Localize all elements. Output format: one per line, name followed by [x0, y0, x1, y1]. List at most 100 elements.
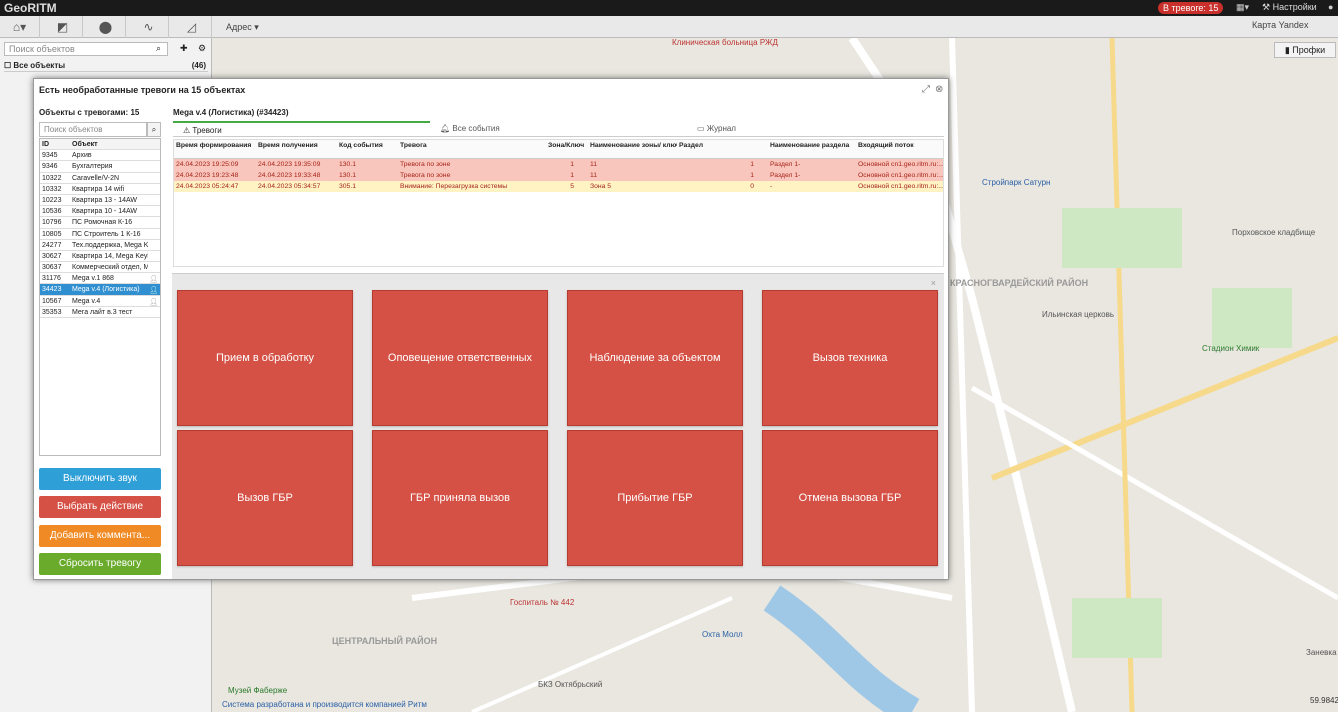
- accept-processing-button[interactable]: Прием в обработку: [177, 290, 353, 426]
- table-cell: 1: [750, 172, 754, 179]
- call-technician-button[interactable]: Вызов техника: [762, 290, 938, 426]
- list-item[interactable]: 24277 Тех.поддержка, Mega Keyb...: [40, 240, 160, 251]
- search-icon[interactable]: ⌕: [147, 122, 161, 137]
- monitor-object-button[interactable]: Наблюдение за объектом: [567, 290, 743, 426]
- column-header[interactable]: Тревога: [398, 140, 546, 150]
- table-cell: 5: [570, 183, 574, 190]
- choose-action-button[interactable]: Выбрать действие: [39, 496, 161, 518]
- object-id: 31176: [42, 275, 61, 283]
- add-icon[interactable]: ✚: [180, 43, 188, 54]
- list-item[interactable]: 10322 Caravelle/V-2N: [40, 173, 160, 184]
- list-item[interactable]: 9345 Архив: [40, 150, 160, 162]
- column-header[interactable]: Раздел: [677, 140, 768, 150]
- search-input[interactable]: Поиск объектов: [4, 42, 168, 56]
- table-cell: 11: [590, 161, 598, 168]
- tab-alarms[interactable]: ⚠ Тревоги: [173, 121, 430, 137]
- table-cell: 24.04.2023 05:24:47: [176, 183, 239, 190]
- column-header[interactable]: Входящий поток: [856, 140, 943, 150]
- map-label: Ильинская церковь: [1042, 310, 1114, 319]
- map-provider-label[interactable]: Карта Yandex: [1252, 20, 1308, 30]
- all-objects-label: Все объекты: [13, 61, 66, 70]
- map-label: Клиническая больница РЖД: [672, 38, 778, 47]
- object-id: 10536: [42, 208, 62, 216]
- modal-title: Есть необработанные тревоги на 15 объект…: [39, 85, 246, 95]
- list-item[interactable]: 10567 Mega v.4 👤︎: [40, 296, 160, 307]
- column-header[interactable]: Наименование раздела: [768, 140, 856, 150]
- map-label: ЦЕНТРАЛЬНЫЙ РАЙОН: [332, 636, 438, 646]
- column-header[interactable]: Время формирования: [174, 140, 256, 150]
- mute-sound-button[interactable]: Выключить звук: [39, 468, 161, 490]
- map-label: Заневка: [1306, 648, 1337, 657]
- column-header[interactable]: Зона/Ключ: [546, 140, 588, 150]
- all-objects-row[interactable]: ☐ Все объекты (46): [4, 60, 208, 72]
- list-item[interactable]: 10805 ПС Строитель 1 К-16: [40, 229, 160, 240]
- column-header[interactable]: Код события: [337, 140, 398, 150]
- location-pin-icon[interactable]: ⬤: [86, 16, 126, 38]
- column-header[interactable]: Время получения: [256, 140, 337, 150]
- object-id: 35353: [42, 308, 62, 316]
- close-icon[interactable]: ⊗: [935, 84, 943, 95]
- cancel-gbr-call-button[interactable]: Отмена вызова ГБР: [762, 430, 938, 566]
- table-cell: Раздел 1-: [770, 172, 801, 179]
- list-item[interactable]: 10332 Квартира 14 wifi: [40, 184, 160, 195]
- tab-alarms-label: Тревоги: [192, 126, 222, 135]
- table-cell: 24.04.2023 19:25:09: [176, 161, 239, 168]
- object-id: 24277: [42, 241, 62, 249]
- gbr-accepted-button[interactable]: ГБР приняла вызов: [372, 430, 548, 566]
- object-name: Мега лайт в.3 тест: [72, 308, 133, 316]
- list-item[interactable]: 10796 ПС Ромочная К-16: [40, 217, 160, 229]
- user-icon: 👤︎: [149, 287, 158, 295]
- list-item[interactable]: 30637 Коммерческий отдел, Meg...: [40, 262, 160, 274]
- table-row[interactable]: 24.04.2023 19:23:48 24.04.2023 19:33:48 13…: [174, 170, 943, 181]
- object-search-input[interactable]: Поиск объектов: [39, 122, 147, 137]
- expand-icon[interactable]: ⤢: [922, 84, 930, 95]
- tab-all-events[interactable]: 🔔︎ Все события: [430, 121, 687, 137]
- list-item[interactable]: 10536 Квартира 10 - 14AW: [40, 206, 160, 218]
- top-bar: GeoRITM В тревоге: 15 ▦▾ ⚒ Настройки ●: [0, 0, 1338, 16]
- tracks-icon[interactable]: ∿: [129, 16, 169, 38]
- table-row[interactable]: 24.04.2023 05:24:47 24.04.2023 05:34:57 30…: [174, 181, 943, 192]
- tab-journal[interactable]: ▭ Журнал: [687, 121, 944, 137]
- object-name: Бухгалтерия: [72, 163, 113, 171]
- table-cell: Тревога по зоне: [400, 161, 451, 168]
- objects-icon[interactable]: ◩: [43, 16, 83, 38]
- settings-link[interactable]: ⚒ Настройки: [1262, 2, 1317, 13]
- table-cell: 1: [570, 161, 574, 168]
- list-item[interactable]: 31176 Mega v.1 868 👤︎: [40, 273, 160, 285]
- credit-link[interactable]: Система разработана и производится компа…: [222, 700, 427, 709]
- notify-responsible-button[interactable]: Оповещение ответственных: [372, 290, 548, 426]
- reset-alarm-button[interactable]: Сбросить тревогу: [39, 553, 161, 575]
- table-row[interactable]: 24.04.2023 19:25:09 24.04.2023 19:35:09 13…: [174, 159, 943, 170]
- add-comment-button[interactable]: Добавить коммента...: [39, 525, 161, 547]
- language-icon[interactable]: ▦▾: [1236, 2, 1249, 13]
- object-id: 10322: [42, 174, 62, 182]
- gear-icon[interactable]: ⚙: [198, 43, 206, 54]
- column-header[interactable]: Наименование зоны/ ключа: [588, 140, 677, 150]
- user-icon[interactable]: ●: [1328, 2, 1333, 12]
- list-item[interactable]: 9346 Бухгалтерия: [40, 161, 160, 173]
- object-name: Тех.поддержка, Mega Keyb...: [72, 241, 148, 249]
- gbr-arrival-button[interactable]: Прибытие ГБР: [567, 430, 743, 566]
- alarm-count-badge[interactable]: В тревоге: 15: [1158, 2, 1224, 14]
- objects-with-alarms-label: Объекты с тревогами: 15: [39, 108, 140, 117]
- list-item[interactable]: 34423 Mega v.4 (Логистика) 👤︎: [40, 284, 160, 296]
- reports-icon[interactable]: ◿: [172, 16, 212, 38]
- list-item[interactable]: 35353 Мега лайт в.3 тест: [40, 307, 160, 318]
- table-cell: 1: [750, 161, 754, 168]
- call-gbr-button[interactable]: Вызов ГБР: [177, 430, 353, 566]
- user-icon: 👤︎: [149, 276, 158, 284]
- table-cell: 24.04.2023 19:35:09: [258, 161, 321, 168]
- home-icon[interactable]: ⌂▾: [0, 16, 40, 38]
- search-icon[interactable]: ⌕: [156, 43, 161, 54]
- object-name: Квартира 10 - 14AW: [72, 208, 138, 216]
- object-id: 10567: [42, 297, 62, 305]
- object-name: Архив: [72, 152, 92, 160]
- list-item[interactable]: 10223 Квартира 13 - 14AW: [40, 195, 160, 207]
- close-icon[interactable]: ×: [931, 278, 936, 288]
- alarm-objects-list: ID Объект 9345 Архив 9346 Бухгалтерия 10322 C…: [39, 138, 161, 456]
- profiles-label: Профки: [1292, 45, 1326, 55]
- object-name: Коммерческий отдел, Meg...: [72, 264, 148, 272]
- address-dropdown[interactable]: Адрес ▾: [222, 19, 272, 35]
- profiles-button[interactable]: ▮ Профки: [1274, 42, 1336, 58]
- list-item[interactable]: 30627 Квартира 14, Mega Keybo...: [40, 251, 160, 263]
